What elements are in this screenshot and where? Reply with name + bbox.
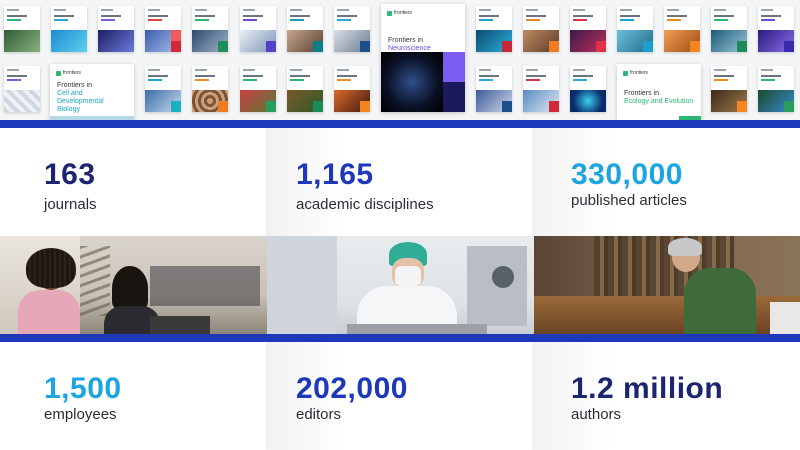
stat-label: editors xyxy=(296,406,342,423)
journal-cover xyxy=(570,66,606,112)
stat-label: authors xyxy=(571,406,622,423)
journal-cover xyxy=(758,6,794,52)
stat-journals: 163 journals xyxy=(0,128,266,236)
journal-cover xyxy=(145,6,181,52)
author-study-photo xyxy=(534,236,800,334)
stat-value: 1.2 million xyxy=(571,372,724,405)
cover-title: Frontiers in xyxy=(388,37,424,44)
journal-cover xyxy=(711,66,747,112)
office-team-photo xyxy=(0,236,267,334)
journal-cover xyxy=(334,66,370,112)
divider-band xyxy=(0,120,800,128)
stat-value: 163 xyxy=(44,158,96,191)
journal-cover xyxy=(240,6,276,52)
journal-cover xyxy=(711,6,747,52)
stat-value: 330,000 xyxy=(571,158,683,191)
stat-authors: 1.2 million authors xyxy=(532,342,800,450)
journal-cover xyxy=(192,66,228,112)
journal-cover xyxy=(98,6,134,52)
journal-cover xyxy=(758,66,794,112)
journal-cover xyxy=(4,6,40,52)
journal-cover xyxy=(240,66,276,112)
stat-label: academic disciplines xyxy=(296,196,434,213)
journal-cover xyxy=(287,66,323,112)
journal-cover xyxy=(523,66,559,112)
journal-cover xyxy=(476,66,512,112)
journal-cover xyxy=(476,6,512,52)
stat-articles: 330,000 published articles xyxy=(532,128,800,236)
stat-label: journals xyxy=(44,196,97,213)
journal-cover xyxy=(523,6,559,52)
stat-editors: 202,000 editors xyxy=(266,342,532,450)
journal-covers-strip: frontiers Frontiers in Neuroscience fron… xyxy=(0,0,800,120)
journal-cover-featured: frontiers Frontiers in Ecology and Evolu… xyxy=(617,64,701,120)
photo-band xyxy=(0,236,800,334)
brand-label: frontiers xyxy=(63,70,82,76)
cover-title: Frontiers in xyxy=(624,90,660,97)
journal-cover xyxy=(617,6,653,52)
stat-value: 1,165 xyxy=(296,158,374,191)
journal-cover xyxy=(192,6,228,52)
divider-band xyxy=(0,334,800,342)
brand-label: frontiers xyxy=(394,10,413,16)
brand-label: frontiers xyxy=(630,70,649,76)
journal-cover xyxy=(287,6,323,52)
journal-cover-featured: frontiers Frontiers in Neuroscience xyxy=(381,4,465,112)
cover-subject: Ecology and Evolution xyxy=(624,98,694,105)
journal-cover-featured: frontiers Frontiers in Cell and Developm… xyxy=(50,64,134,120)
cover-subject: Cell and Developmental Biology xyxy=(57,90,104,113)
journal-cover xyxy=(4,66,40,112)
journal-cover xyxy=(664,6,700,52)
stat-label: published articles xyxy=(571,192,687,209)
stat-value: 202,000 xyxy=(296,372,408,405)
stat-employees: 1,500 employees xyxy=(0,342,266,450)
stat-value: 1,500 xyxy=(44,372,122,405)
lab-scientist-photo xyxy=(267,236,534,334)
stat-label: employees xyxy=(44,406,117,423)
journal-cover xyxy=(145,66,181,112)
journal-cover xyxy=(570,6,606,52)
journal-cover xyxy=(334,6,370,52)
journal-cover xyxy=(51,6,87,52)
stat-disciplines: 1,165 academic disciplines xyxy=(266,128,532,236)
cover-title: Frontiers in xyxy=(57,82,93,89)
